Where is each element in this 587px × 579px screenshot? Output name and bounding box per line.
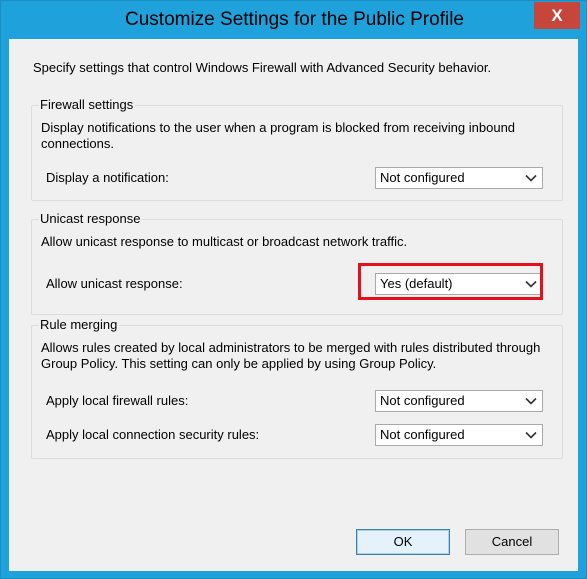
rule-merging-group: Rule merging Allows rules created by loc…: [31, 317, 563, 459]
apply-local-firewall-value: Not configured: [380, 393, 465, 408]
highlight-box: [358, 263, 543, 300]
dialog-client-area: Specify settings that control Windows Fi…: [9, 39, 578, 571]
allow-unicast-label: Allow unicast response:: [46, 276, 183, 291]
apply-local-connection-security-label: Apply local connection security rules:: [46, 427, 260, 442]
ok-button[interactable]: OK: [356, 529, 450, 555]
window-title: Customize Settings for the Public Profil…: [125, 9, 464, 30]
firewall-settings-title: Firewall settings: [39, 97, 136, 113]
close-icon: X: [551, 6, 563, 25]
chevron-down-icon: [525, 174, 537, 182]
display-notification-label: Display a notification:: [46, 170, 169, 185]
rule-merging-title: Rule merging: [39, 317, 120, 333]
display-notification-value: Not configured: [380, 170, 465, 185]
apply-local-firewall-dropdown[interactable]: Not configured: [375, 390, 543, 412]
display-notification-dropdown[interactable]: Not configured: [375, 167, 543, 189]
dialog-window: Customize Settings for the Public Profil…: [0, 0, 587, 579]
rule-merging-description: Allows rules created by local administra…: [41, 340, 541, 371]
chevron-down-icon: [525, 397, 537, 405]
firewall-settings-description: Display notifications to the user when a…: [41, 120, 516, 151]
cancel-button[interactable]: Cancel: [465, 529, 559, 555]
apply-local-connection-security-dropdown[interactable]: Not configured: [375, 424, 543, 446]
unicast-response-title: Unicast response: [39, 211, 143, 227]
intro-text: Specify settings that control Windows Fi…: [33, 60, 492, 75]
close-button[interactable]: X: [534, 2, 580, 29]
apply-local-firewall-label: Apply local firewall rules:: [46, 393, 189, 408]
apply-local-connection-security-value: Not configured: [380, 427, 465, 442]
firewall-settings-group: Firewall settings Display notifications …: [31, 97, 563, 201]
chevron-down-icon: [525, 431, 537, 439]
unicast-response-description: Allow unicast response to multicast or b…: [41, 234, 408, 249]
